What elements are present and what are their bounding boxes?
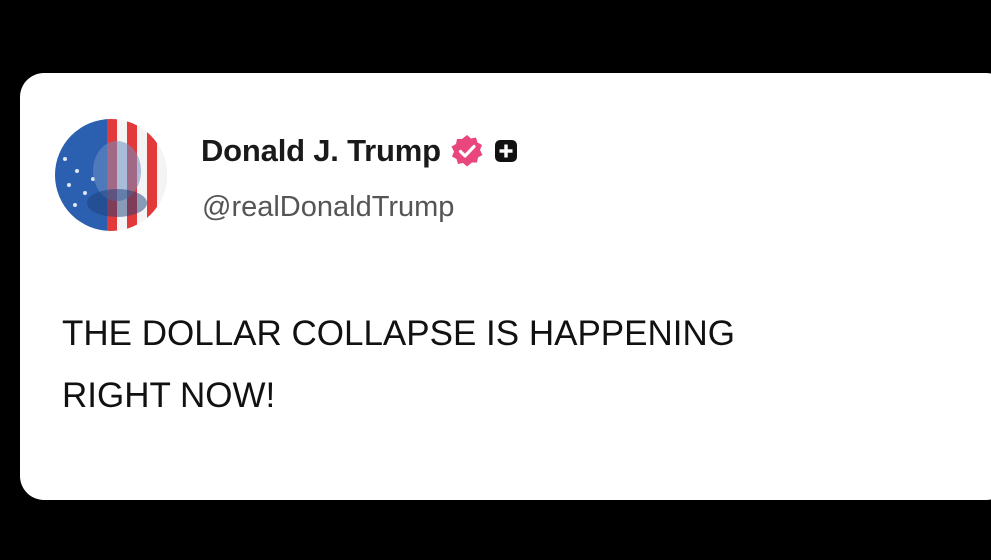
post-card: Donald J. Trump @realDonaldTrump THE DOL… bbox=[20, 73, 991, 500]
post-body-text: THE DOLLAR COLLAPSE IS HAPPENING RIGHT N… bbox=[62, 314, 735, 415]
author-avatar[interactable] bbox=[55, 119, 167, 231]
display-name-row: Donald J. Trump bbox=[201, 131, 518, 171]
verified-badge-icon bbox=[450, 134, 484, 168]
flag-portrait-avatar bbox=[55, 119, 167, 231]
author-handle[interactable]: @realDonaldTrump bbox=[202, 191, 454, 224]
author-display-name[interactable]: Donald J. Trump bbox=[201, 133, 441, 169]
plus-badge-icon bbox=[494, 139, 518, 163]
